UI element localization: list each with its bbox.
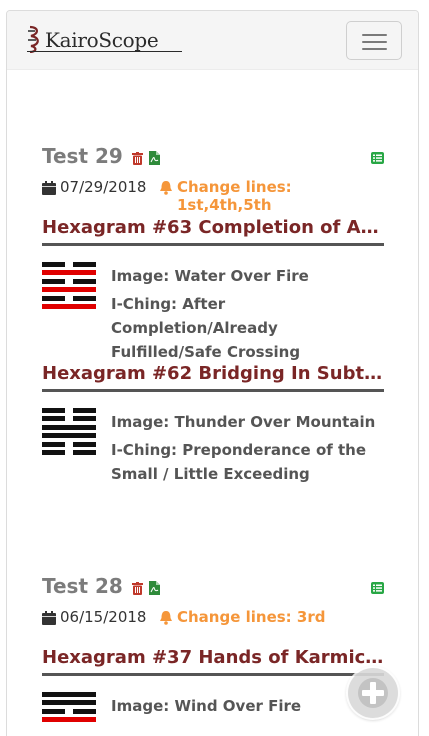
navbar: KairoScope bbox=[7, 11, 418, 70]
hexagram-line-broken-segment bbox=[73, 295, 96, 301]
test-title: Test 29 bbox=[42, 144, 123, 168]
hexagram-line-solid bbox=[42, 433, 96, 439]
hexagram-line-solid bbox=[42, 692, 96, 697]
hexagram-details: Image: Thunder Over Mountain I-Ching: Pr… bbox=[42, 392, 384, 522]
entry-meta: 06/15/2018 Change lines: 3rd bbox=[42, 604, 384, 630]
trash-icon[interactable] bbox=[132, 582, 143, 595]
change-lines: Change lines: 3rd bbox=[177, 608, 326, 626]
hexagram-line-solid bbox=[42, 424, 96, 430]
navbar-toggle-button[interactable] bbox=[346, 21, 402, 60]
hexagram-image: Image: Water Over Fire bbox=[111, 267, 309, 285]
hexagram-lines bbox=[42, 692, 96, 726]
hexagram-line-broken-segment bbox=[73, 262, 96, 267]
add-plus-icon bbox=[358, 678, 388, 708]
test-entry: Test 29 07/29/2018 Change lines: 1st,4th… bbox=[42, 144, 384, 522]
hexagram-line-broken-segment bbox=[73, 708, 96, 714]
list-icon[interactable] bbox=[371, 152, 384, 164]
hexagram-line-solid bbox=[42, 700, 96, 706]
hexagram-title-row[interactable]: Hexagram #37 Hands of Karmic F... bbox=[42, 642, 384, 676]
hexagram-line-broken-segment bbox=[42, 295, 65, 301]
hexagram-line-broken-segment bbox=[42, 708, 65, 714]
hexagram-line-broken-segment bbox=[42, 450, 65, 455]
hexagram-title[interactable]: Hexagram #62 Bridging In Subtle ... bbox=[42, 363, 384, 384]
floating-add-button[interactable] bbox=[348, 668, 398, 718]
logo-underline bbox=[27, 51, 182, 52]
hexagram-title-row[interactable]: Hexagram #62 Bridging In Subtle ... bbox=[42, 358, 384, 392]
change-lines: Change lines: 1st,4th,5th bbox=[177, 178, 292, 214]
hexagram-title[interactable]: Hexagram #37 Hands of Karmic F... bbox=[42, 647, 384, 668]
hexagram-line-solid bbox=[42, 287, 96, 293]
hexagram-line-broken-segment bbox=[73, 441, 96, 447]
bell-icon bbox=[160, 181, 172, 195]
hexagram-line-broken-segment bbox=[73, 278, 96, 284]
kairoscope-logo-icon bbox=[28, 25, 39, 53]
hexagram-image: Image: Thunder Over Mountain bbox=[111, 413, 376, 431]
list-icon[interactable] bbox=[371, 582, 384, 594]
pdf-icon[interactable] bbox=[149, 151, 160, 165]
brand-logo[interactable]: KairoScope bbox=[25, 25, 159, 53]
test-title: Test 28 bbox=[42, 574, 123, 598]
hexagram-line-broken-segment bbox=[42, 416, 65, 422]
hexagram-iching: I-Ching: Preponderance of the Small / Li… bbox=[111, 441, 367, 483]
hexagram-line-broken-segment bbox=[42, 408, 65, 413]
test-entry: Test 28 06/15/2018 Change lines: 3rd Hex… bbox=[42, 574, 384, 736]
entry-date: 06/15/2018 bbox=[60, 608, 147, 626]
hexagram-line-solid bbox=[42, 304, 96, 309]
brand-name: KairoScope bbox=[45, 28, 159, 52]
app-frame: KairoScope Test 29 07/29/2018 Change lin… bbox=[6, 10, 419, 736]
hexagram-line-broken-segment bbox=[73, 416, 96, 422]
hexagram-lines bbox=[42, 262, 96, 312]
hexagram-line-broken-segment bbox=[42, 262, 65, 267]
pdf-icon[interactable] bbox=[149, 581, 160, 595]
entry-date: 07/29/2018 bbox=[60, 178, 147, 196]
hexagram-title[interactable]: Hexagram #63 Completion of A C... bbox=[42, 217, 384, 238]
hexagram-image: Image: Wind Over Fire bbox=[111, 697, 302, 715]
hexagram-line-broken-segment bbox=[42, 441, 65, 447]
calendar-icon bbox=[42, 611, 56, 625]
calendar-icon bbox=[42, 181, 56, 195]
hexagram-line-broken-segment bbox=[73, 408, 96, 413]
hexagram-line-broken-segment bbox=[73, 450, 96, 455]
hexagram-details: Image: Wind Over Fire bbox=[42, 676, 384, 736]
hexagram-line-broken-segment bbox=[42, 278, 65, 284]
hexagram-lines bbox=[42, 408, 96, 458]
entry-header: Test 29 bbox=[42, 144, 384, 174]
hexagram-line-solid bbox=[42, 717, 96, 723]
hexagram-iching: I-Ching: After Completion/Already Fulfil… bbox=[111, 295, 301, 361]
bell-icon bbox=[160, 611, 172, 625]
hexagram-title-row[interactable]: Hexagram #63 Completion of A C... bbox=[42, 212, 384, 246]
entry-header: Test 28 bbox=[42, 574, 384, 604]
hexagram-details: Image: Water Over Fire I-Ching: After Co… bbox=[42, 246, 384, 361]
entry-meta: 07/29/2018 Change lines: 1st,4th,5th bbox=[42, 174, 384, 214]
hexagram-line-solid bbox=[42, 270, 96, 276]
trash-icon[interactable] bbox=[132, 152, 143, 165]
